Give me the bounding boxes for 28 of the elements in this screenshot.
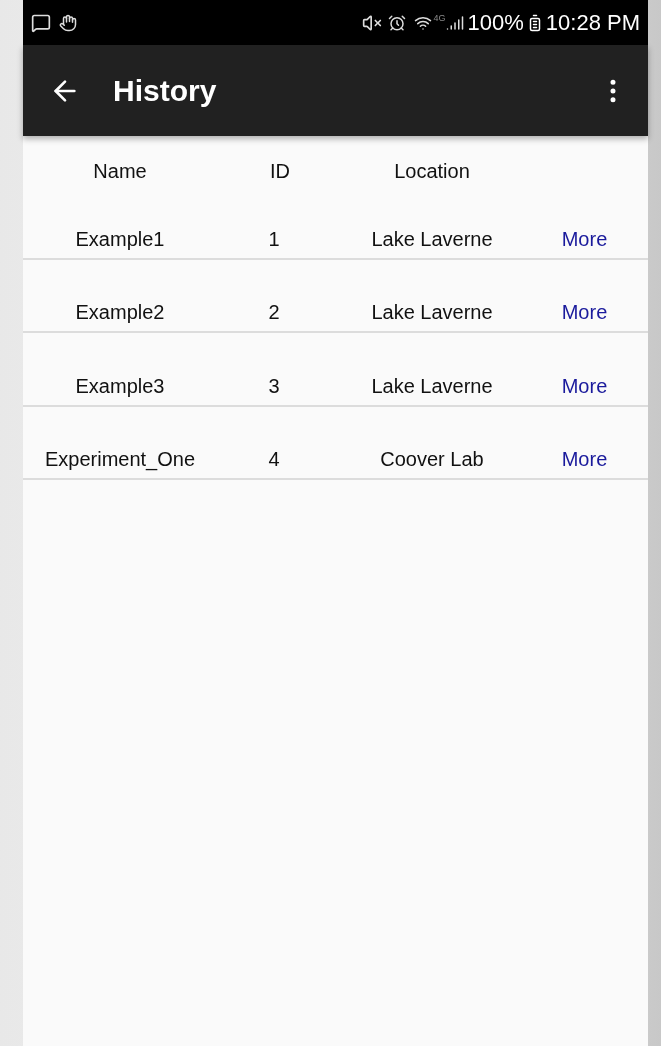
table-cell-text: 1	[268, 226, 280, 252]
network-label: 4G	[433, 12, 446, 25]
column-header: Location	[394, 159, 470, 184]
battery-percent: 100%	[467, 9, 524, 37]
alarm-icon	[387, 13, 406, 32]
table-cell-text: Example2	[75, 300, 165, 325]
signal-icon	[445, 13, 464, 32]
table-cell-text: Lake Laverne	[371, 373, 493, 399]
hand-icon	[59, 13, 77, 32]
screen-title: History	[113, 73, 217, 109]
more-link[interactable]: More	[561, 223, 608, 254]
clock: 10:28 PM	[545, 9, 640, 37]
table-cell-text: 2	[268, 300, 280, 325]
table-cell-text: Example3	[75, 373, 165, 399]
column-header: Name	[93, 159, 147, 184]
table-cell-text: Experiment_One	[44, 447, 196, 473]
column-header: ID	[270, 159, 290, 184]
more-link[interactable]: More	[561, 370, 608, 401]
mute-icon	[361, 12, 382, 33]
table-cell-text: Example1	[75, 226, 165, 252]
more-link[interactable]: More	[561, 444, 608, 474]
table-cell-text: Coover Lab	[380, 447, 484, 472]
table-cell-text: 4	[268, 447, 280, 472]
table-cell-text: Lake Laverne	[371, 226, 493, 252]
message-icon	[31, 12, 51, 33]
table-cell-text: Lake Laverne	[371, 300, 493, 325]
more-link[interactable]: More	[561, 297, 608, 327]
table-cell-text: 3	[268, 373, 280, 399]
